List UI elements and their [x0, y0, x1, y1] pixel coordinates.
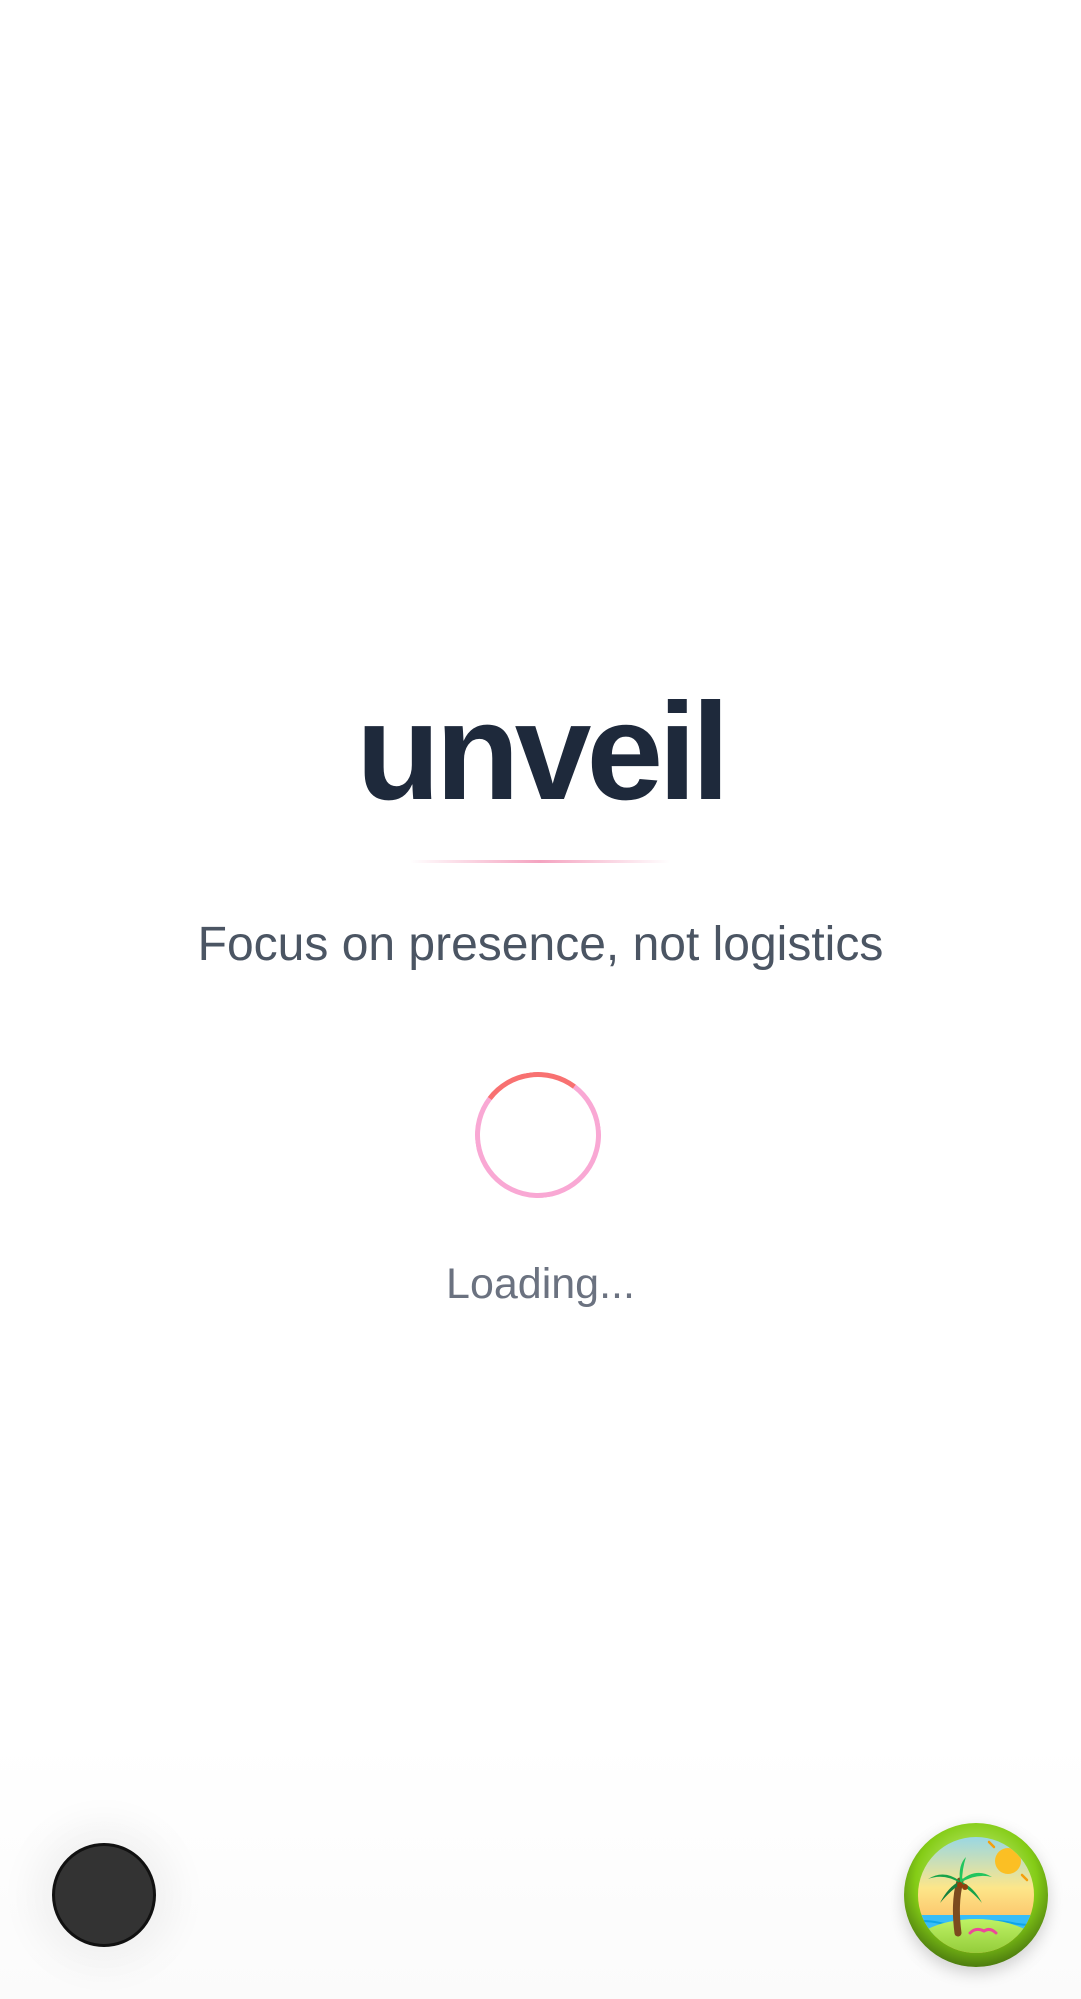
island-button[interactable] [904, 1823, 1048, 1967]
tropical-island-icon [904, 1823, 1048, 1967]
app-title: unveil [356, 675, 730, 829]
loading-spinner-icon [466, 1063, 610, 1207]
tagline: Focus on presence, not logistics [197, 918, 884, 971]
dark-circle-button[interactable] [52, 1843, 156, 1947]
splash-screen: unveil Focus on presence, not logistics … [0, 0, 1081, 1999]
title-divider [410, 860, 670, 863]
loading-text: Loading... [446, 1260, 635, 1308]
